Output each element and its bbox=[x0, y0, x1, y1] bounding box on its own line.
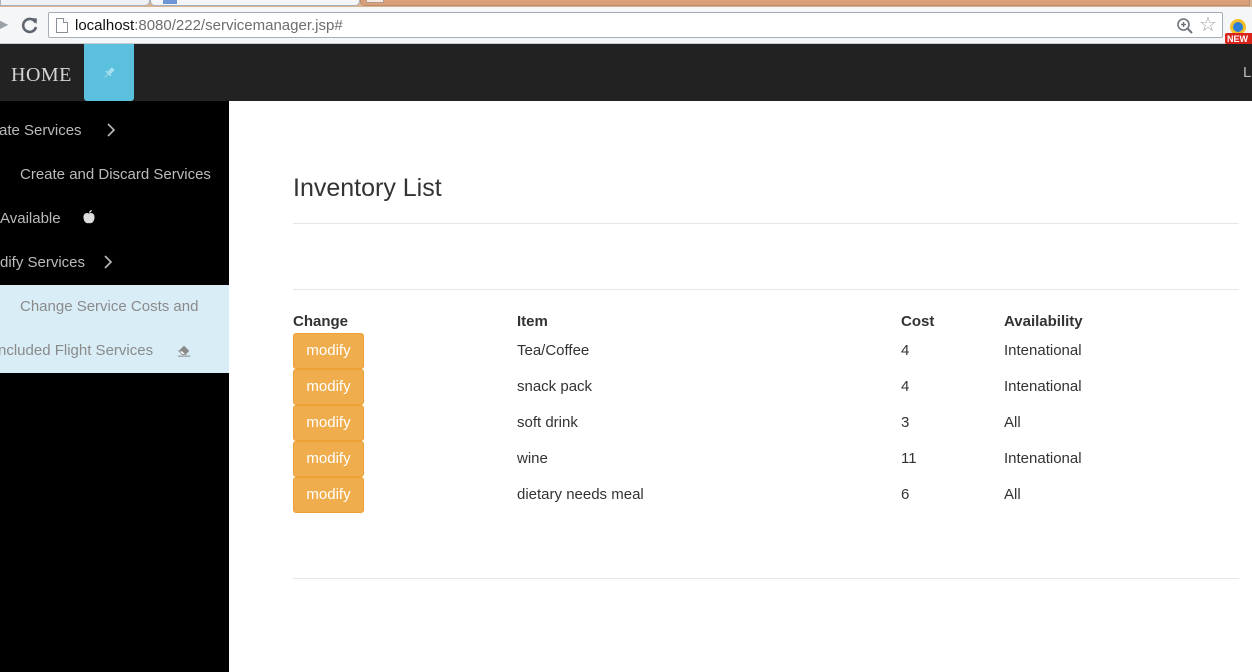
sidebar-item-label: ncluded Flight Services bbox=[0, 342, 154, 359]
pin-button[interactable] bbox=[84, 44, 134, 101]
home-link[interactable]: HOME bbox=[11, 64, 72, 87]
divider bbox=[293, 578, 1239, 579]
tab-favicon-icon bbox=[163, 0, 177, 4]
sidebar-item-available[interactable]: Available bbox=[0, 197, 229, 241]
page-icon bbox=[56, 18, 68, 33]
availability-cell: Intenational bbox=[1004, 342, 1082, 359]
item-cell: snack pack bbox=[517, 378, 593, 395]
page-title: Inventory List bbox=[293, 174, 442, 202]
sidebar-item-label: Create and Discard Services bbox=[20, 166, 211, 183]
chevron-right-icon bbox=[104, 255, 113, 269]
browser-tab-strip bbox=[0, 0, 1252, 7]
sidebar-item-label: Change Service Costs and bbox=[20, 298, 199, 315]
availability-cell: All bbox=[1004, 414, 1021, 431]
pushpin-icon bbox=[104, 66, 115, 78]
cost-cell: 6 bbox=[901, 486, 910, 503]
modify-button[interactable]: modify bbox=[293, 441, 364, 477]
zoom-icon[interactable] bbox=[1176, 17, 1194, 35]
modify-button[interactable]: modify bbox=[293, 333, 364, 369]
app-header: HOME L bbox=[0, 44, 1252, 101]
column-header-change: Change bbox=[293, 313, 349, 330]
sidebar-item-included-flight-services[interactable]: ncluded Flight Services bbox=[0, 329, 229, 373]
cost-cell: 4 bbox=[901, 378, 910, 395]
main-content: Inventory List Change Item Cost Availabi… bbox=[229, 101, 1252, 672]
modify-button[interactable]: modify bbox=[293, 477, 364, 513]
modify-button[interactable]: modify bbox=[293, 369, 364, 405]
column-header-item: Item bbox=[517, 313, 548, 330]
sidebar-item-create-services[interactable]: ate Services bbox=[0, 109, 229, 153]
cost-cell: 3 bbox=[901, 414, 910, 431]
browser-tab-active[interactable] bbox=[150, 0, 360, 6]
modify-button[interactable]: modify bbox=[293, 405, 364, 441]
browser-toolbar: ▶ localhost:8080/222/servicemanager.jsp#… bbox=[0, 7, 1252, 44]
column-header-cost: Cost bbox=[901, 313, 935, 330]
bookmark-star-icon[interactable]: ☆ bbox=[1199, 15, 1217, 35]
browser-tab[interactable] bbox=[360, 0, 1250, 6]
extension-icon[interactable]: NEW bbox=[1225, 17, 1252, 47]
availability-cell: Intenational bbox=[1004, 450, 1082, 467]
item-cell: soft drink bbox=[517, 414, 578, 431]
sidebar: ate Services Create and Discard Services… bbox=[0, 101, 229, 672]
reload-icon[interactable] bbox=[20, 15, 40, 35]
item-cell: wine bbox=[517, 450, 548, 467]
availability-cell: All bbox=[1004, 486, 1021, 503]
apple-icon bbox=[83, 210, 95, 224]
divider bbox=[293, 289, 1239, 290]
availability-cell: Intenational bbox=[1004, 378, 1082, 395]
back-arrow-icon[interactable]: ▶ bbox=[0, 16, 10, 34]
item-cell: Tea/Coffee bbox=[517, 342, 590, 359]
eraser-icon bbox=[177, 345, 191, 357]
cost-cell: 4 bbox=[901, 342, 910, 359]
extension-badge: NEW bbox=[1227, 34, 1249, 44]
sidebar-item-create-discard[interactable]: Create and Discard Services bbox=[0, 153, 229, 197]
url-path: :8080/222/servicemanager.jsp# bbox=[134, 17, 343, 34]
sidebar-item-change-costs[interactable]: Change Service Costs and bbox=[0, 285, 229, 329]
divider bbox=[293, 223, 1239, 224]
address-bar[interactable]: localhost:8080/222/servicemanager.jsp# ☆ bbox=[48, 12, 1223, 38]
url-text[interactable]: localhost:8080/222/servicemanager.jsp# bbox=[75, 17, 343, 34]
new-tab-icon[interactable] bbox=[366, 0, 384, 3]
sidebar-item-label: dify Services bbox=[0, 254, 86, 271]
header-right-link[interactable]: L bbox=[1243, 64, 1251, 81]
url-host: localhost bbox=[75, 17, 135, 34]
sidebar-item-modify-services[interactable]: dify Services bbox=[0, 241, 229, 285]
item-cell: dietary needs meal bbox=[517, 486, 644, 503]
column-header-availability: Availability bbox=[1004, 313, 1083, 330]
browser-tab[interactable] bbox=[0, 0, 150, 6]
cost-cell: 11 bbox=[901, 450, 917, 467]
chevron-right-icon bbox=[107, 123, 116, 137]
sidebar-item-label: Available bbox=[0, 210, 61, 227]
sidebar-item-label: ate Services bbox=[0, 122, 82, 139]
